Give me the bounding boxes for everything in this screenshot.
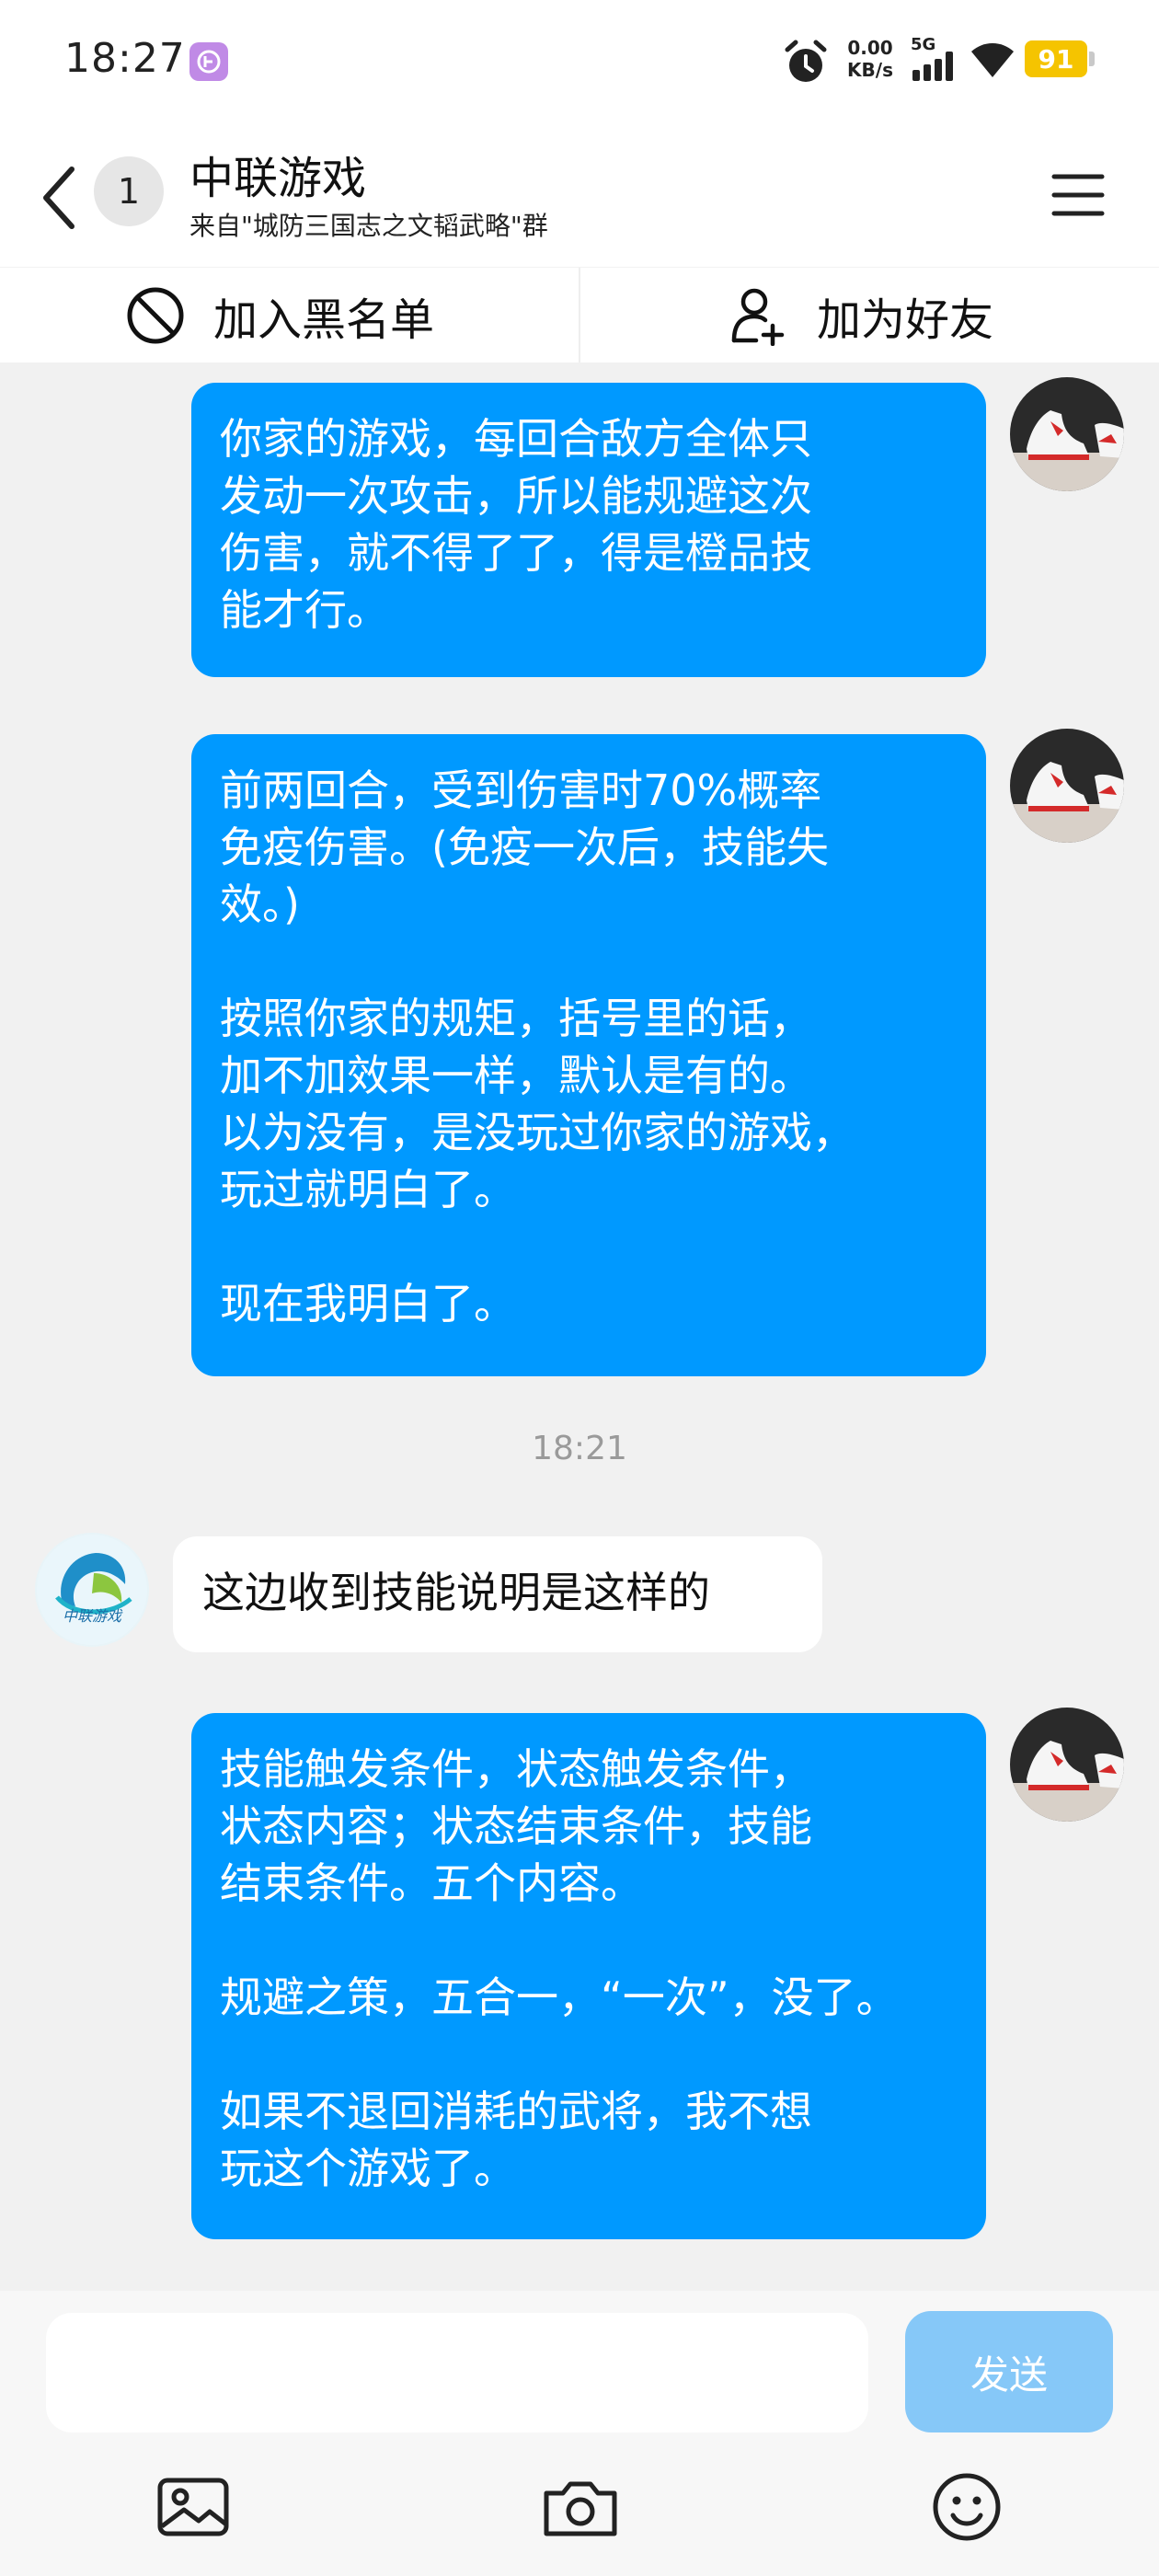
chat-subtitle: 来自"城防三国志之文韬武略"群 — [189, 211, 548, 241]
battery-icon: 91 — [1025, 40, 1095, 77]
menu-icon[interactable] — [1049, 166, 1107, 224]
message-bubble-outgoing[interactable]: 技能触发条件，状态触发条件， 状态内容；状态结束条件，技能 结束条件。五个内容。… — [191, 1713, 986, 2239]
user-avatar[interactable] — [1010, 1708, 1124, 1822]
add-friend-label: 加为好友 — [817, 294, 994, 346]
send-button[interactable]: 发送 — [905, 2311, 1113, 2432]
emoji-icon[interactable] — [925, 2466, 1008, 2548]
message-bubble-outgoing[interactable]: 前两回合，受到伤害时70%概率 免疫伤害。(免疫一次后，技能失 效。) 按照你家… — [191, 734, 986, 1376]
status-bar: 18:27 0.00 KB/s 5G 91 — [0, 0, 1159, 129]
wifi-icon — [971, 43, 1014, 77]
zhonglian-logo-icon: 中联游戏 — [37, 1535, 147, 1645]
camera-icon[interactable] — [539, 2466, 622, 2548]
battery-level: 91 — [1025, 40, 1087, 77]
message-bubble-outgoing[interactable]: 你家的游戏，每回合敌方全体只 发动一次攻击，所以能规避这次 伤害，就不得了了，得… — [191, 383, 986, 677]
net-speed-unit: KB/s — [847, 59, 893, 81]
user-avatar[interactable] — [1010, 377, 1124, 491]
block-icon — [127, 287, 184, 344]
status-time: 18:27 — [64, 35, 186, 82]
chat-messages[interactable]: 你家的游戏，每回合敌方全体只 发动一次攻击，所以能规避这次 伤害，就不得了了，得… — [0, 362, 1159, 2291]
sneaker-avatar-image — [1010, 1708, 1124, 1822]
signal-icon: 5G — [911, 35, 953, 81]
app-notification-icon — [189, 42, 228, 81]
net-speed: 0.00 KB/s — [843, 37, 898, 81]
network-type: 5G — [911, 35, 935, 54]
add-friend-icon — [731, 288, 785, 346]
message-timestamp: 18:21 — [532, 1430, 627, 1467]
alarm-icon — [785, 40, 827, 82]
blacklist-label: 加入黑名单 — [213, 294, 435, 346]
sneaker-avatar-image — [1010, 729, 1124, 843]
sneaker-avatar-image — [1010, 377, 1124, 491]
add-friend-button[interactable]: 加为好友 — [729, 268, 993, 363]
unread-count-badge[interactable]: 1 — [94, 156, 164, 226]
blacklist-button[interactable]: 加入黑名单 — [125, 268, 434, 363]
message-input[interactable] — [46, 2313, 868, 2432]
back-icon[interactable] — [37, 156, 83, 239]
user-avatar[interactable] — [1010, 729, 1124, 843]
image-icon[interactable] — [153, 2466, 235, 2548]
input-bar: 发送 — [0, 2291, 1159, 2576]
action-bar: 加入黑名单 加为好友 — [0, 267, 1159, 363]
chat-header: 1 中联游戏 来自"城防三国志之文韬武略"群 — [0, 129, 1159, 267]
action-divider — [579, 268, 580, 363]
sender-avatar[interactable]: 中联游戏 — [35, 1533, 149, 1647]
avatar-caption: 中联游戏 — [63, 1607, 123, 1625]
chat-title: 中联游戏 — [189, 153, 367, 204]
message-bubble-incoming[interactable]: 这边收到技能说明是这样的 — [173, 1536, 822, 1652]
net-speed-value: 0.00 — [847, 37, 893, 59]
